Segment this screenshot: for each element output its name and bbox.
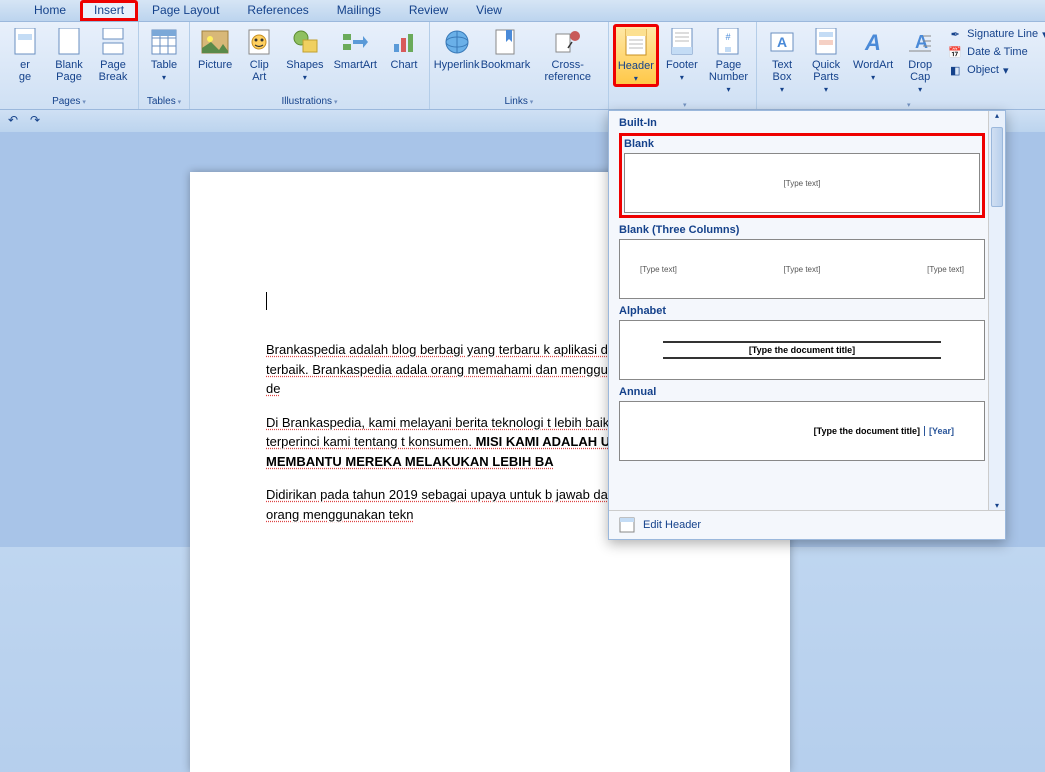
header-icon [620,27,652,59]
gallery-item-alphabet[interactable]: Alphabet [Type the document title] [619,305,985,380]
gallery-item-blank-three-columns[interactable]: Blank (Three Columns) [Type text] [Type … [619,224,985,299]
cover-page-button[interactable]: erge [4,24,46,85]
date-time-button[interactable]: 📅Date & Time [947,44,1045,60]
group-pages: erge BlankPage PageBreak Pages [0,22,139,109]
smartart-button[interactable]: SmartArt [330,24,381,73]
wordart-icon: A [857,26,889,58]
signature-icon: ✒ [947,26,963,42]
group-tables-label: Tables [143,94,185,109]
date-time-icon: 📅 [947,44,963,60]
tab-references[interactable]: References [233,0,322,21]
group-pages-label: Pages [4,94,134,109]
drop-cap-icon: A [904,26,936,58]
chart-button[interactable]: Chart [383,24,425,73]
quick-parts-button[interactable]: QuickParts [805,24,847,97]
ribbon-tabs: Home Insert Page Layout References Maili… [0,0,1045,22]
tab-review[interactable]: Review [395,0,462,21]
svg-text:A: A [915,32,928,52]
page-break-icon [97,26,129,58]
tab-insert[interactable]: Insert [80,0,138,21]
hyperlink-button[interactable]: Hyperlink [434,24,479,73]
group-illustrations-label: Illustrations [194,94,425,109]
cross-reference-button[interactable]: Cross-reference [532,24,604,85]
undo-button[interactable]: ↶ [8,113,24,129]
gallery-section-label: Built-In [611,113,1003,133]
group-links: Hyperlink Bookmark Cross-reference Links [430,22,609,109]
signature-line-button[interactable]: ✒Signature Line ▾ [947,26,1045,42]
text-box-icon: A [766,26,798,58]
footer-icon [666,26,698,58]
chart-icon [388,26,420,58]
edit-header-button[interactable]: Edit Header [609,510,1005,539]
edit-header-icon [619,517,635,533]
tab-home[interactable]: Home [20,0,80,21]
bookmark-icon [489,26,521,58]
object-button[interactable]: ◧Object ▾ [947,62,1045,78]
quick-parts-icon [810,26,842,58]
text-box-button[interactable]: ATextBox [761,24,803,97]
object-icon: ◧ [947,62,963,78]
gallery-item-annual[interactable]: Annual [Type the document title] [Year] [619,386,985,461]
group-tables: Table Tables [139,22,190,109]
page-number-button[interactable]: #PageNumber [705,24,752,97]
page-break-button[interactable]: PageBreak [92,24,134,85]
header-button[interactable]: Header [613,24,659,87]
drop-cap-button[interactable]: ADropCap [899,24,941,97]
picture-button[interactable]: Picture [194,24,236,73]
blank-page-button[interactable]: BlankPage [48,24,90,85]
hyperlink-icon [441,26,473,58]
shapes-button[interactable]: Shapes [282,24,327,85]
tab-mailings[interactable]: Mailings [323,0,395,21]
group-header-footer: Header Footer #PageNumber [609,22,756,109]
group-illustrations: Picture ClipArt Shapes SmartArt Chart Il… [190,22,430,109]
header-gallery: Built-In Blank [Type text] Blank (Three … [608,110,1006,540]
clip-art-icon [243,26,275,58]
group-links-label: Links [434,94,604,109]
wordart-button[interactable]: AWordArt [849,24,897,85]
shapes-icon [289,26,321,58]
cross-ref-icon [552,26,584,58]
redo-button[interactable]: ↷ [30,113,46,129]
svg-text:#: # [726,32,731,42]
table-icon [148,26,180,58]
cover-page-icon [9,26,41,58]
picture-icon [199,26,231,58]
tab-page-layout[interactable]: Page Layout [138,0,233,21]
clip-art-button[interactable]: ClipArt [238,24,280,85]
gallery-scrollbar[interactable] [988,111,1005,510]
footer-button[interactable]: Footer [661,24,703,85]
svg-text:A: A [777,34,787,50]
group-text: ATextBox QuickParts AWordArt ADropCap ✒S… [756,22,1045,109]
bookmark-button[interactable]: Bookmark [481,24,529,73]
smartart-icon [339,26,371,58]
page-number-icon: # [712,26,744,58]
svg-text:A: A [864,30,881,54]
gallery-item-blank[interactable]: Blank [Type text] [619,133,985,218]
table-button[interactable]: Table [143,24,185,85]
blank-page-icon [53,26,85,58]
tab-view[interactable]: View [462,0,516,21]
ribbon: erge BlankPage PageBreak Pages Table Tab… [0,22,1045,110]
text-side-items: ✒Signature Line ▾ 📅Date & Time ◧Object ▾ [943,24,1045,80]
